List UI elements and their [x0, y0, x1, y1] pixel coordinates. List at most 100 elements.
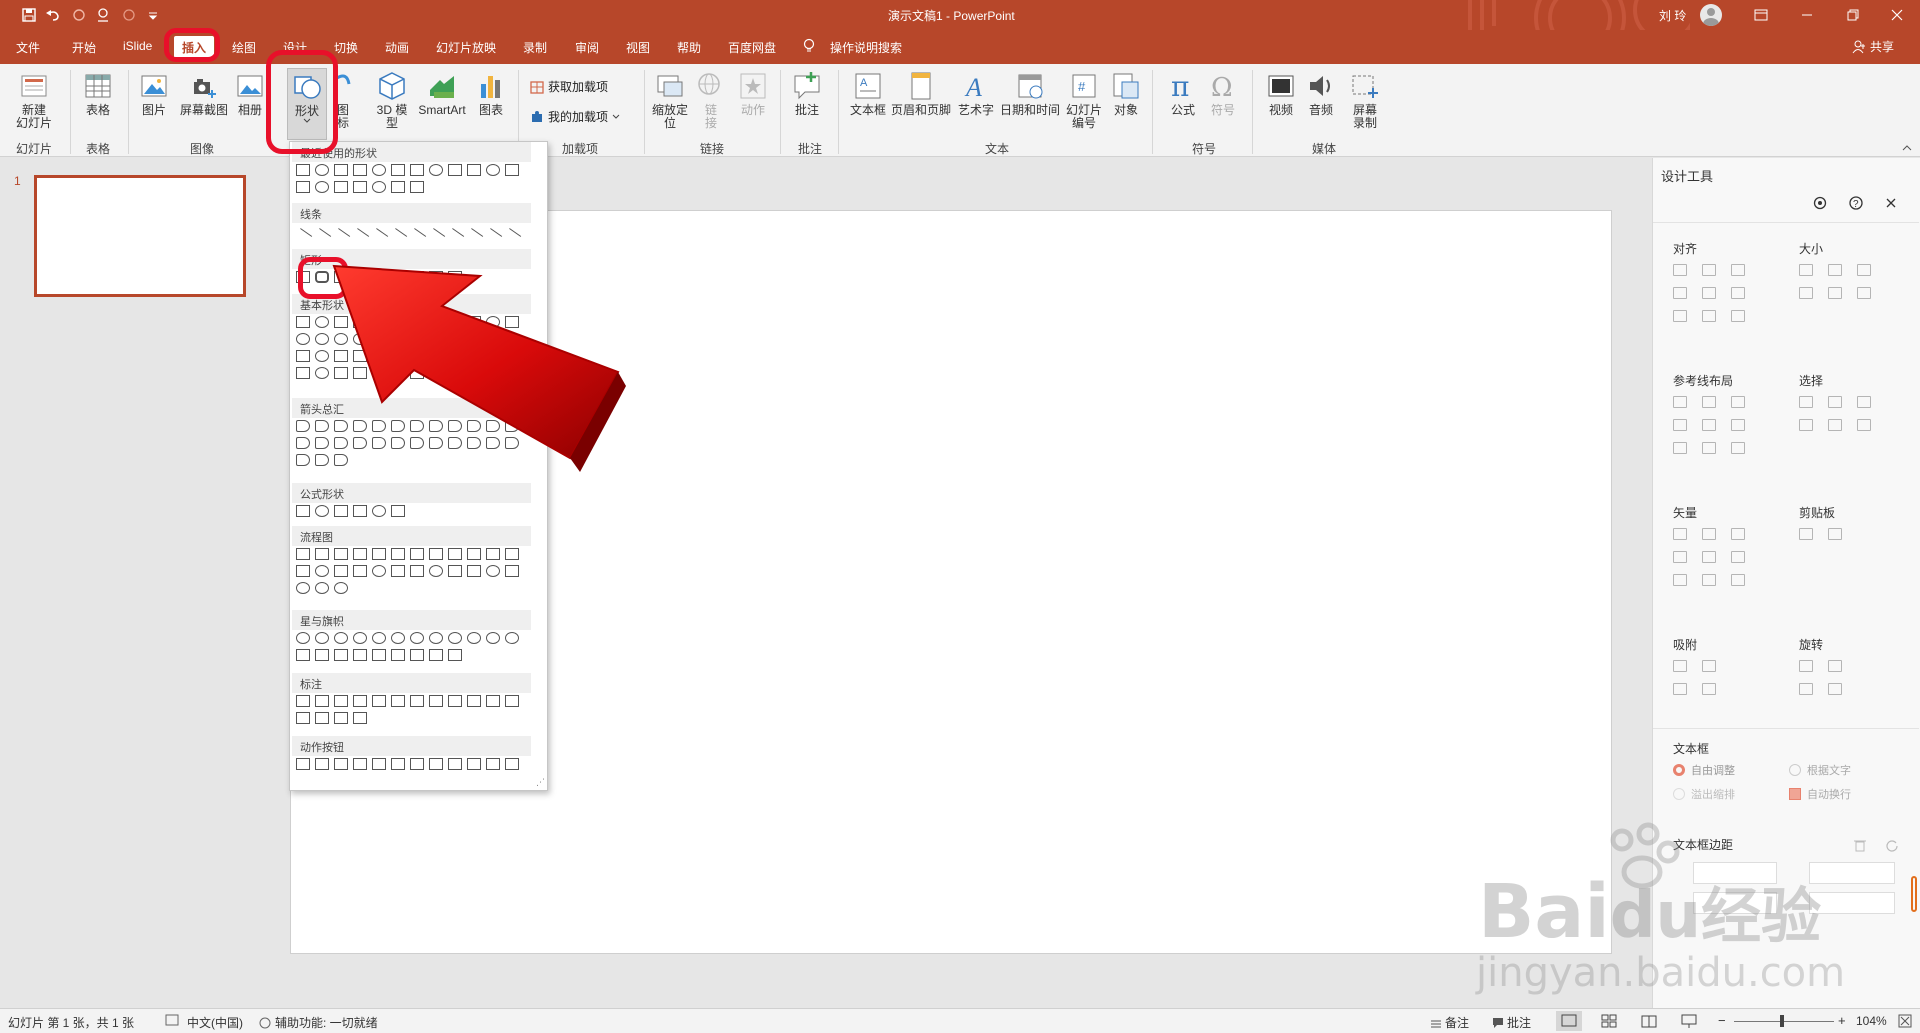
shape-option[interactable]: [296, 565, 310, 577]
design-tool-icon[interactable]: [1702, 528, 1716, 540]
tab-transitions[interactable]: 切换: [334, 39, 358, 56]
tab-help[interactable]: 帮助: [677, 39, 701, 56]
shape-option[interactable]: [467, 164, 481, 176]
screen-record-button[interactable]: 屏幕 录制: [1348, 70, 1382, 130]
design-tool-icon[interactable]: [1857, 396, 1871, 408]
tab-record[interactable]: 录制: [523, 39, 547, 56]
shape-option[interactable]: [296, 548, 310, 560]
tab-draw[interactable]: 绘图: [232, 39, 256, 56]
fit-to-window-icon[interactable]: [1898, 1014, 1912, 1028]
design-tool-icon[interactable]: [1673, 683, 1687, 695]
shape-option[interactable]: [391, 164, 405, 176]
chart-button[interactable]: 图表: [474, 70, 508, 117]
design-tool-icon[interactable]: [1731, 574, 1745, 586]
shape-option[interactable]: [407, 228, 427, 246]
slideshow-button[interactable]: [1676, 1011, 1702, 1031]
shape-option[interactable]: [410, 164, 424, 176]
option-fit-text[interactable]: 根据文字: [1789, 762, 1851, 778]
shape-option[interactable]: [502, 228, 522, 246]
shape-option[interactable]: [445, 228, 465, 246]
panel-close-icon[interactable]: [1885, 197, 1897, 209]
shape-option[interactable]: [372, 505, 386, 517]
datetime-button[interactable]: 日期和时间: [1000, 70, 1060, 117]
shape-option[interactable]: [334, 548, 348, 560]
shape-option[interactable]: [486, 632, 500, 644]
shape-option[interactable]: [429, 632, 443, 644]
shape-option[interactable]: [464, 228, 484, 246]
design-tool-icon[interactable]: [1702, 551, 1716, 563]
icons-button[interactable]: 图 标: [333, 70, 353, 130]
customize-qat-icon[interactable]: [142, 5, 164, 25]
screenshot-button[interactable]: 屏幕截图: [176, 70, 232, 117]
design-tool-icon[interactable]: [1673, 574, 1687, 586]
normal-view-button[interactable]: [1556, 1011, 1582, 1031]
smartart-button[interactable]: SmartArt: [414, 70, 470, 117]
shape-option[interactable]: [334, 758, 348, 770]
shape-option[interactable]: [315, 316, 329, 328]
slide-number-button[interactable]: # 幻灯片 编号: [1064, 70, 1104, 130]
shape-option[interactable]: [296, 316, 310, 328]
shape-option[interactable]: [296, 350, 310, 362]
shape-option[interactable]: [296, 437, 310, 449]
minimize-icon[interactable]: [1784, 0, 1830, 30]
design-tool-icon[interactable]: [1731, 396, 1745, 408]
design-tool-icon[interactable]: [1828, 264, 1842, 276]
shape-option[interactable]: [486, 565, 500, 577]
shape-option[interactable]: [429, 164, 443, 176]
design-tool-icon[interactable]: [1799, 264, 1813, 276]
tab-review[interactable]: 审阅: [575, 39, 599, 56]
shape-option[interactable]: [467, 695, 481, 707]
help-icon[interactable]: ?: [1849, 196, 1863, 210]
action-button[interactable]: 动作: [736, 70, 770, 117]
design-tool-icon[interactable]: [1702, 396, 1716, 408]
shape-option[interactable]: [410, 695, 424, 707]
save-icon[interactable]: [18, 5, 40, 25]
tab-slideshow[interactable]: 幻灯片放映: [436, 39, 496, 56]
option-overflow[interactable]: 溢出缩排: [1673, 786, 1735, 802]
shape-option[interactable]: [391, 505, 405, 517]
design-tool-icon[interactable]: [1799, 287, 1813, 299]
shape-option[interactable]: [505, 695, 519, 707]
shape-option[interactable]: [315, 649, 329, 661]
design-tool-icon[interactable]: [1702, 574, 1716, 586]
design-tool-icon[interactable]: [1731, 287, 1745, 299]
shape-option[interactable]: [486, 548, 500, 560]
get-addins-button[interactable]: 获取加载项: [530, 78, 608, 95]
shape-option[interactable]: [429, 548, 443, 560]
header-footer-button[interactable]: 页眉和页脚: [890, 70, 952, 117]
user-name[interactable]: 刘 玲: [1659, 7, 1686, 24]
shape-option[interactable]: [331, 228, 351, 246]
shape-option[interactable]: [296, 695, 310, 707]
shape-option[interactable]: [486, 695, 500, 707]
shape-option[interactable]: [391, 695, 405, 707]
shape-option[interactable]: [505, 758, 519, 770]
collapse-ribbon-icon[interactable]: [1902, 144, 1912, 152]
shape-option[interactable]: [315, 181, 329, 193]
shape-option[interactable]: [448, 695, 462, 707]
symbol-button[interactable]: Ω 符号: [1206, 70, 1240, 117]
slide-thumbnail[interactable]: [34, 175, 246, 297]
shape-option[interactable]: [426, 228, 446, 246]
shape-option[interactable]: [315, 454, 329, 466]
shape-option[interactable]: [483, 228, 503, 246]
shape-option[interactable]: [505, 565, 519, 577]
shape-option[interactable]: [296, 582, 310, 594]
shape-option[interactable]: [315, 695, 329, 707]
object-button[interactable]: 对象: [1108, 70, 1144, 117]
trash-icon[interactable]: [1853, 838, 1867, 852]
design-tool-icon[interactable]: [1828, 660, 1842, 672]
accessibility-status[interactable]: 辅助功能: 一切就绪: [258, 1014, 378, 1031]
shape-option[interactable]: [334, 695, 348, 707]
shape-option[interactable]: [429, 695, 443, 707]
tab-home[interactable]: 开始: [72, 39, 96, 56]
design-tool-icon[interactable]: [1799, 396, 1813, 408]
shape-option[interactable]: [296, 712, 310, 724]
design-tool-icon[interactable]: [1702, 264, 1716, 276]
shape-option[interactable]: [353, 758, 367, 770]
equation-button[interactable]: π 公式: [1166, 70, 1200, 117]
design-tool-icon[interactable]: [1828, 683, 1842, 695]
my-addins-button[interactable]: 我的加载项: [530, 108, 620, 125]
shape-option[interactable]: [334, 649, 348, 661]
shape-option[interactable]: [296, 271, 310, 283]
avatar[interactable]: [1700, 4, 1722, 26]
